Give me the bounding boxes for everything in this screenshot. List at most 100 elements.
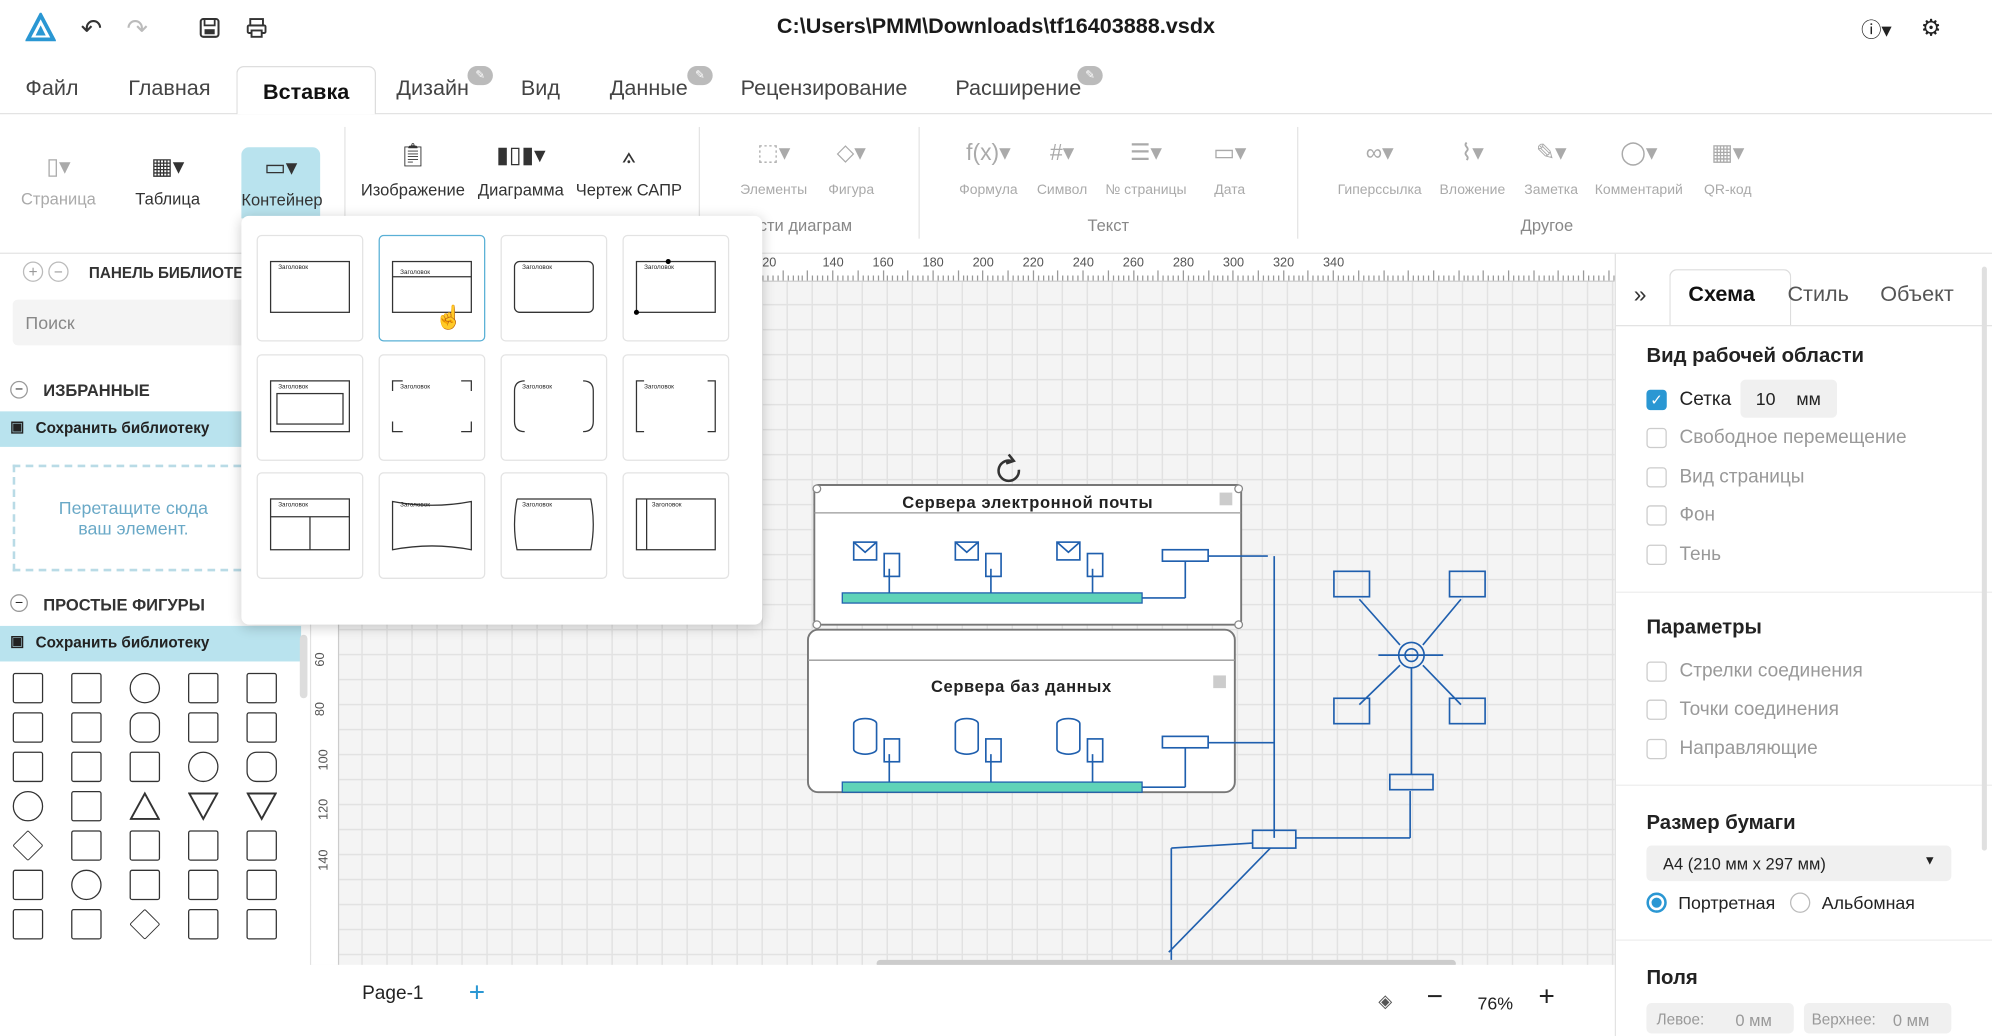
library-shape[interactable] [12,869,44,901]
library-shape[interactable] [12,672,44,704]
library-shape[interactable] [12,909,44,940]
simple-shapes-header[interactable]: ПРОСТЫЕ ФИГУРЫ [43,595,205,614]
container-style-option[interactable]: Заголовок [378,354,486,461]
symbol-button[interactable]: #▾ Символ [1029,135,1095,198]
collapse-icon[interactable]: − [10,594,28,612]
collapse-panel-icon[interactable]: » [1634,282,1647,309]
page-number-button[interactable]: ☰▾ № страницы [1100,135,1191,198]
formula-button[interactable]: f(x)▾ Формула [950,135,1026,198]
left-margin-field[interactable]: Левое: 0 мм [1646,1002,1794,1034]
zoom-in-icon[interactable]: + [1538,980,1554,1013]
library-shape[interactable] [12,790,44,822]
library-shape[interactable] [188,751,219,783]
library-shape[interactable] [71,869,102,901]
drop-zone[interactable]: Перетащите сюда ваш элемент. [12,464,255,572]
library-search-input[interactable]: Поиск [12,299,255,346]
zoom-out-icon[interactable]: − [1427,980,1443,1013]
library-shape[interactable] [71,790,102,822]
container-style-option[interactable]: Заголовок [256,354,364,461]
paper-size-select[interactable]: A4 (210 мм x 297 мм) ▼ [1646,845,1952,882]
library-shape[interactable] [12,712,44,743]
cad-button[interactable]: ⟑ Чертеж САПР [574,137,683,200]
scrollbar[interactable] [1981,266,1987,851]
container-style-option[interactable]: Заголовок [622,234,730,342]
library-shape[interactable] [129,712,161,743]
page-view-checkbox[interactable]: Вид страницы [1646,466,1804,488]
container-style-option[interactable]: Заголовок [622,472,730,579]
library-shape[interactable] [246,791,278,821]
conn-points-checkbox[interactable]: Точки соединения [1646,698,1839,720]
date-button[interactable]: ▭▾ Дата [1197,135,1263,198]
library-shape[interactable] [246,909,277,940]
library-shape[interactable] [188,909,219,940]
layers-icon[interactable]: ◈ [1378,990,1392,1012]
collapse-icon[interactable]: − [10,380,28,399]
chart-button[interactable]: ▮▯▮▾ Диаграмма [475,137,566,200]
library-shape[interactable] [246,830,277,861]
landscape-radio[interactable]: Альбомная [1789,892,1915,913]
library-shape[interactable] [129,908,161,940]
library-shape[interactable] [129,672,161,704]
library-shape[interactable] [188,830,219,861]
background-checkbox[interactable]: Фон [1646,504,1715,526]
conn-arrows-checkbox[interactable]: Стрелки соединения [1646,660,1863,682]
library-shape[interactable] [71,672,102,704]
comment-button[interactable]: ◯▾ Комментарий [1591,135,1688,198]
container-style-option[interactable]: Заголовок [378,234,486,342]
add-icon[interactable]: + [22,261,44,282]
elements-button[interactable]: ⬚▾ Элементы [734,135,813,198]
tab-extensions[interactable]: Расширение [955,76,1081,101]
page-button[interactable]: ▯▾ Страница [18,149,99,208]
portrait-radio[interactable]: Портретная [1646,892,1775,913]
tab-insert[interactable]: Вставка [236,66,376,115]
figure-button[interactable]: ◇▾ Фигура [818,135,884,198]
library-shape[interactable] [188,672,219,704]
tab-home[interactable]: Главная [128,76,210,101]
shadow-checkbox[interactable]: Тень [1646,543,1721,565]
library-shape[interactable] [188,869,219,901]
library-shape[interactable] [246,869,277,901]
tab-design[interactable]: Дизайн [396,76,469,101]
scrollbar[interactable] [299,634,308,699]
attachment-button[interactable]: ⌇▾ Вложение [1433,135,1512,198]
note-button[interactable]: ✎▾ Заметка [1517,135,1586,198]
tab-style[interactable]: Стиль [1787,282,1848,307]
zoom-level[interactable]: 76% [1477,993,1513,1013]
grid-checkbox[interactable]: ✓ Сетка [1646,388,1731,410]
remove-icon[interactable]: − [48,261,69,282]
tab-data[interactable]: Данные [610,76,688,101]
info-icon[interactable]: ⓘ▾ [1855,13,1898,43]
library-shape[interactable] [71,909,102,940]
container-style-option[interactable]: Заголовок [378,472,486,579]
db-servers-container-title[interactable]: Сервера баз данных [808,677,1235,696]
container-style-option[interactable]: Заголовок [500,234,608,342]
image-button[interactable]: 📋︎ Изображение [361,137,465,200]
library-shape[interactable] [246,672,277,704]
tab-schema[interactable]: Схема [1688,282,1755,307]
library-shape[interactable] [71,712,102,743]
free-move-checkbox[interactable]: Свободное перемещение [1646,427,1907,448]
rotate-handle-icon[interactable] [997,453,1021,483]
library-shape[interactable] [246,751,277,783]
library-shape[interactable] [129,869,161,901]
library-shape[interactable] [188,712,219,743]
tab-view[interactable]: Вид [521,76,560,101]
container-style-option[interactable]: Заголовок [622,354,730,461]
grid-size-input[interactable]: 10 мм [1740,379,1837,418]
library-shape[interactable] [129,791,161,821]
library-shape[interactable] [71,751,102,783]
library-shape[interactable] [246,712,277,743]
library-shape[interactable] [187,791,219,821]
container-style-option[interactable]: Заголовок [256,472,364,579]
table-button[interactable]: ▦▾ Таблица [127,149,208,208]
library-shape[interactable] [71,830,102,861]
library-shape[interactable] [12,751,44,783]
library-shape[interactable] [129,830,161,861]
container-style-option[interactable]: Заголовок [256,234,364,342]
library-shape[interactable] [129,751,161,783]
qr-button[interactable]: ▦▾ QR-код [1697,135,1758,198]
top-margin-field[interactable]: Верхнее: 0 мм [1803,1002,1952,1034]
container-button[interactable]: ▭▾ Контейнер [241,147,323,219]
tab-review[interactable]: Рецензирование [741,76,908,101]
library-shape[interactable] [12,830,44,862]
